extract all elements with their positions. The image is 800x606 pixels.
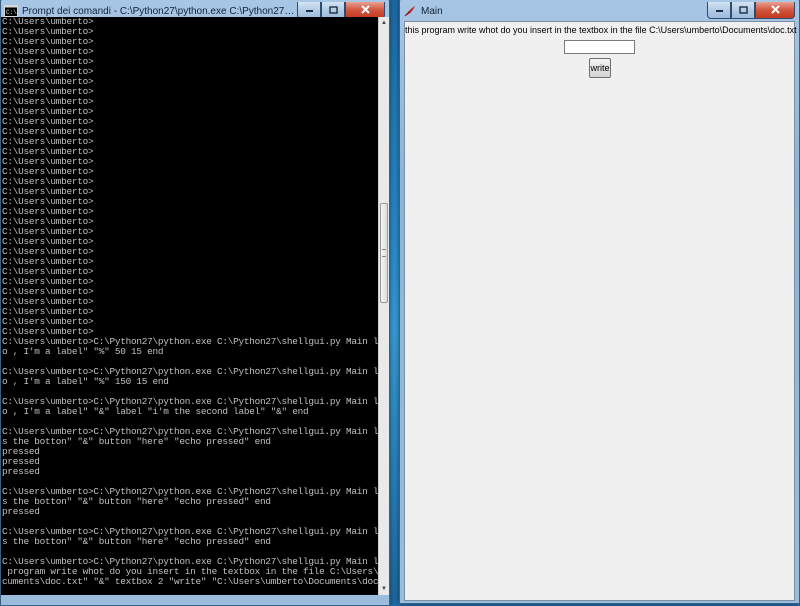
console-line: s the botton" "&" button "here" "echo pr… [2, 536, 271, 547]
console-line: o , I'm a label" "&" label "i'm the seco… [2, 406, 309, 417]
console-output-area[interactable]: C:\Users\umberto> C:\Users\umberto> C:\U… [1, 17, 378, 595]
maximize-icon [738, 5, 748, 14]
scroll-down-icon[interactable]: ▼ [379, 583, 389, 595]
tk-titlebar[interactable]: Main [400, 1, 799, 21]
console-line: cuments\doc.txt" "&" textbox 2 "write" "… [2, 576, 378, 587]
cmd-icon: C:\ [4, 5, 18, 17]
console-line: pressed [2, 506, 40, 517]
tk-window-title: Main [421, 5, 443, 17]
grip-icon [382, 249, 386, 257]
tk-textbox-input[interactable] [564, 40, 635, 54]
console-title: Prompt dei comandi - C:\Python27\python.… [22, 5, 297, 17]
close-button[interactable] [345, 1, 385, 19]
console-line: o , I'm a label" "%" 150 15 end [2, 376, 169, 387]
console-line: s the botton" "&" button "here" "echo pr… [2, 436, 271, 447]
tk-feather-icon [404, 6, 415, 17]
console-output-text: C:\Users\umberto> C:\Users\umberto> C:\U… [1, 17, 378, 587]
close-icon [770, 5, 780, 14]
console-line: pressed [2, 466, 40, 477]
tk-description-label: this program write whot do you insert in… [405, 25, 797, 35]
console-vertical-scrollbar[interactable]: ▲ ▼ [378, 17, 389, 595]
minimize-button[interactable] [707, 1, 731, 19]
close-button[interactable] [755, 1, 795, 19]
minimize-button[interactable] [297, 1, 321, 19]
maximize-button[interactable] [731, 1, 755, 19]
close-icon [360, 5, 370, 14]
console-line: s the botton" "&" button "here" "echo pr… [2, 496, 271, 507]
minimize-icon [715, 10, 723, 12]
console-line: o , I'm a label" "%" 50 15 end [2, 346, 164, 357]
tk-main-window[interactable]: Main this program write whot do you inse… [399, 0, 800, 604]
maximize-button[interactable] [321, 1, 345, 19]
tk-client-area: this program write whot do you insert in… [404, 21, 797, 601]
svg-text:C:\: C:\ [6, 9, 17, 16]
minimize-icon [305, 10, 313, 12]
maximize-icon [328, 5, 338, 14]
write-button[interactable]: write [589, 58, 611, 78]
scrollbar-thumb[interactable] [380, 203, 388, 303]
scroll-up-icon[interactable]: ▲ [379, 17, 389, 29]
console-window[interactable]: C:\ Prompt dei comandi - C:\Python27\pyt… [0, 0, 390, 606]
